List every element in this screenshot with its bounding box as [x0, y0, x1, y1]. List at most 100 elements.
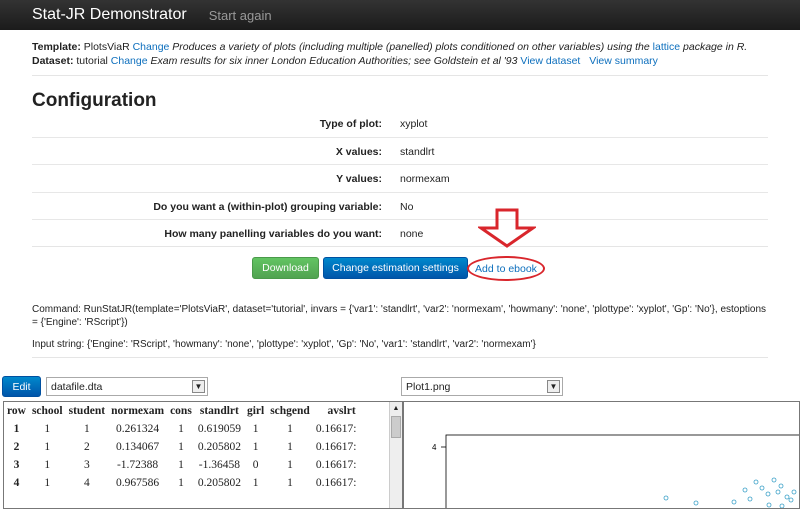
config-label: How many panelling variables do you want… [164, 228, 382, 240]
table-cell: 0.16617: [315, 441, 357, 453]
template-name: PlotsViaR [83, 41, 130, 53]
table-cell: 1 [287, 477, 293, 489]
table-cell: 1 [178, 441, 184, 453]
view-dataset-link[interactable]: View dataset [520, 55, 580, 67]
plot-select[interactable]: Plot1.png ▼ [401, 377, 563, 396]
table-cell: 1 [83, 423, 90, 435]
column-header: student [68, 405, 106, 417]
table-scrollbar[interactable]: ▲ [389, 402, 402, 508]
config-value: standlrt [400, 146, 435, 158]
table-cell: -1.72388 [116, 459, 159, 471]
table-cell: 0.134067 [116, 441, 160, 453]
table-cell: 2 [13, 441, 20, 453]
config-label: Do you want a (within-plot) grouping var… [153, 201, 382, 213]
datafile-select-value: datafile.dta [51, 380, 103, 393]
config-value: none [400, 228, 424, 240]
table-cell: 0.16617: [315, 459, 357, 471]
data-point [693, 500, 699, 506]
view-summary-link[interactable]: View summary [589, 55, 658, 67]
data-point [791, 489, 797, 495]
table-cell: 1 [44, 477, 51, 489]
data-point [788, 497, 794, 503]
template-change-link[interactable]: Change [133, 41, 170, 53]
table-cell: 0.205802 [197, 477, 241, 489]
data-point [779, 503, 785, 509]
input-string-text: Input string: {'Engine': 'RScript', 'how… [32, 339, 536, 350]
template-description: Produces a variety of plots (including m… [172, 41, 650, 53]
add-to-ebook-link[interactable]: Add to ebook [467, 256, 545, 281]
config-row-y-values: Y values: normexam [32, 164, 768, 191]
start-again-link[interactable]: Start again [209, 8, 272, 23]
table-cell: 4 [13, 477, 20, 489]
config-row-panelling: How many panelling variables do you want… [32, 219, 768, 246]
data-point [742, 487, 748, 493]
table-cell: 1 [178, 459, 184, 471]
command-text: Command: RunStatJR(template='PlotsViaR',… [32, 304, 767, 328]
scroll-up-icon[interactable]: ▲ [390, 402, 402, 415]
table-cell: 1 [252, 441, 259, 453]
table-cell: 1 [252, 477, 259, 489]
table-cell: 0.967586 [116, 477, 160, 489]
column-header: cons [170, 405, 192, 417]
change-estimation-settings-button[interactable]: Change estimation settings [323, 257, 468, 279]
scrollbar-thumb[interactable] [391, 416, 401, 438]
table-cell: 1 [287, 459, 293, 471]
template-info: Template: PlotsViaR Change Produces a va… [32, 41, 748, 67]
table-cell: -1.36458 [198, 459, 240, 471]
table-cell: 1 [44, 423, 51, 435]
data-point [759, 485, 765, 491]
table-cell: 3 [83, 459, 90, 471]
brand-title[interactable]: Stat-JR Demonstrator [32, 6, 187, 24]
table-cell: 0.16617: [315, 477, 357, 489]
config-label: X values: [335, 146, 382, 158]
column-header: school [31, 405, 63, 417]
table-row: 3 1 3 -1.72388 1 -1.36458 0 1 0.16617: [4, 456, 359, 474]
table-cell: 1 [287, 441, 293, 453]
plot-image: 4 [432, 434, 800, 509]
config-label: Y values: [336, 173, 382, 185]
divider [32, 357, 768, 358]
template-label: Template [32, 41, 78, 53]
column-header: row [7, 405, 26, 417]
chevron-down-icon: ▼ [547, 380, 560, 393]
data-point [663, 495, 669, 501]
config-label: Type of plot: [319, 118, 382, 130]
column-header: girl [246, 405, 265, 417]
column-header: avslrt [327, 405, 356, 417]
table-cell: 2 [83, 441, 90, 453]
table-cell: 0.16617: [315, 423, 357, 435]
divider [32, 246, 768, 247]
y-tick-label: 4 [432, 443, 437, 452]
table-cell: 1 [44, 459, 51, 471]
table-header-row: row school student normexam cons standlr… [4, 402, 359, 420]
config-value: No [400, 201, 414, 213]
table-row: 2 1 2 0.134067 1 0.205802 1 1 0.16617: [4, 438, 359, 456]
chevron-down-icon: ▼ [192, 380, 205, 393]
column-header: normexam [111, 405, 165, 417]
datafile-select[interactable]: datafile.dta ▼ [46, 377, 208, 396]
data-point [784, 494, 790, 500]
plot-frame [445, 434, 800, 509]
dataset-change-link[interactable]: Change [111, 55, 148, 67]
data-point [766, 502, 772, 508]
table-cell: 3 [13, 459, 20, 471]
table-cell: 0.261324 [116, 423, 160, 435]
download-button[interactable]: Download [252, 257, 319, 279]
table-cell: 4 [83, 477, 90, 489]
table-row: 4 1 4 0.967586 1 0.205802 1 1 0.16617: [4, 474, 359, 492]
template-description-end: package in R. [683, 41, 748, 53]
table-cell: 1 [252, 423, 259, 435]
add-to-ebook-label: Add to ebook [475, 262, 537, 275]
dataset-description: Exam results for six inner London Educat… [150, 55, 518, 67]
edit-button[interactable]: Edit [2, 376, 41, 397]
dataset-name: tutorial [76, 55, 108, 67]
config-row-x-values: X values: standlrt [32, 137, 768, 164]
table-cell: 0 [252, 459, 259, 471]
data-point [771, 477, 777, 483]
data-table-pane[interactable]: row school student normexam cons standlr… [3, 401, 403, 509]
lattice-link[interactable]: lattice [653, 41, 680, 53]
divider [32, 75, 768, 76]
config-row-plot-type: Type of plot: xyplot [32, 110, 768, 137]
plot-preview-pane: 4 [403, 401, 800, 509]
data-point [753, 479, 759, 485]
